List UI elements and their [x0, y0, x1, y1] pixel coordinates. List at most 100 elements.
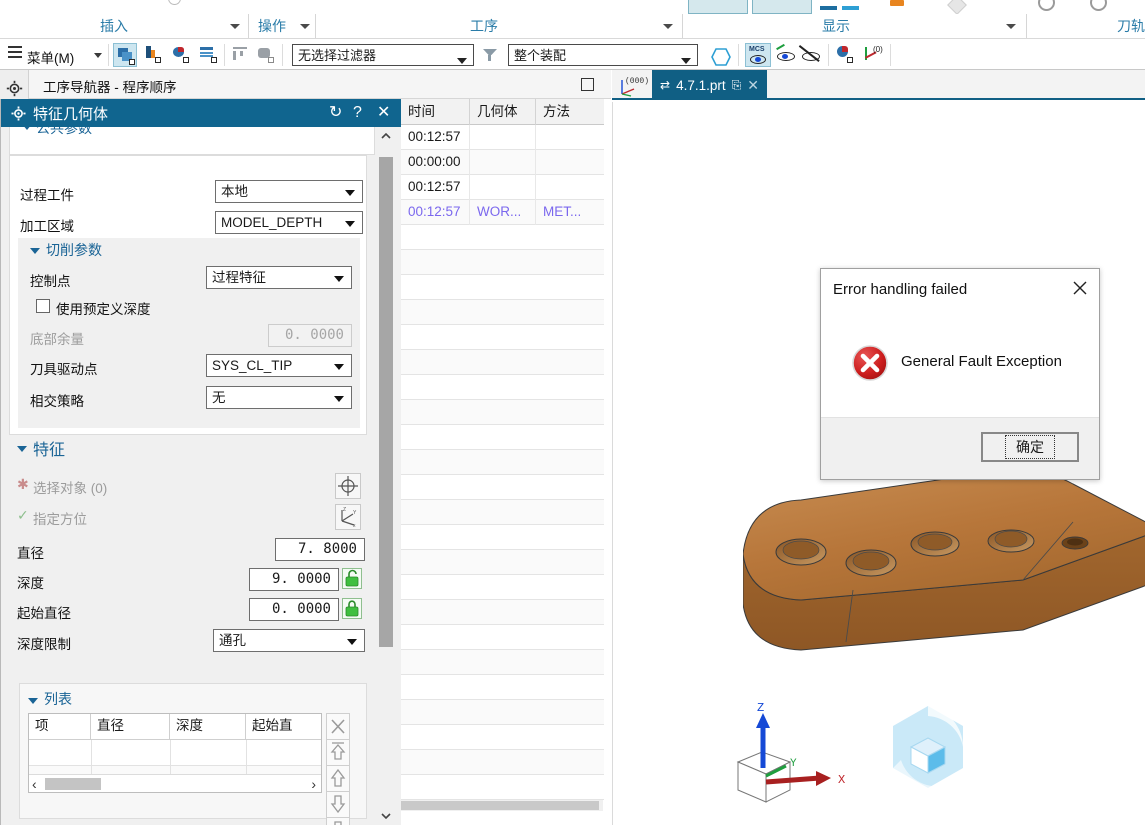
mcs-display-icon[interactable]: MCS [745, 43, 771, 67]
ribbon-group-process-arrow[interactable] [663, 24, 673, 29]
ribbon-circle-icon-3[interactable] [168, 0, 181, 5]
intersect-strategy-dropdown[interactable]: 无 [206, 386, 352, 409]
table-row[interactable] [401, 725, 604, 750]
create-geometry-icon[interactable] [113, 43, 137, 67]
chevron-down-icon[interactable] [345, 221, 355, 227]
move-object-icon[interactable] [834, 43, 858, 67]
ribbon-tick-icon-2[interactable] [842, 6, 859, 10]
table-row[interactable] [401, 275, 604, 300]
create-tool-icon[interactable] [169, 43, 193, 67]
wcs-origin-icon[interactable]: (0) [862, 43, 886, 67]
column-header-method[interactable]: 方法 [536, 99, 604, 125]
common-params-triangle-icon[interactable] [22, 127, 32, 130]
table-row[interactable]: 00:00:00 [401, 150, 604, 175]
reset-icon[interactable]: ↻ [329, 103, 342, 123]
close-icon[interactable]: ✕ [377, 103, 390, 123]
machining-area-dropdown[interactable]: MODEL_DEPTH [215, 211, 363, 234]
scrollbar-thumb[interactable] [45, 778, 101, 790]
table-row[interactable] [401, 450, 604, 475]
table-row[interactable] [401, 775, 604, 800]
ribbon-circle-icon-2[interactable] [1090, 0, 1107, 11]
table-row[interactable] [401, 300, 604, 325]
coordinate-display-icon[interactable]: (000) [618, 74, 649, 98]
ribbon-group-process[interactable]: 工序 [470, 16, 498, 36]
table-row[interactable] [401, 500, 604, 525]
move-bottom-icon[interactable] [326, 817, 350, 825]
ribbon-tick-icon-1[interactable] [820, 6, 837, 10]
table-row[interactable]: 00:12:57 WOR... MET... [401, 200, 604, 225]
cad-model[interactable] [742, 462, 1145, 712]
table-row[interactable] [401, 525, 604, 550]
create-operation-icon[interactable] [141, 43, 165, 67]
scrollbar-thumb[interactable] [401, 801, 599, 810]
column-header-geometry[interactable]: 几何体 [470, 99, 536, 125]
ribbon-group-operation[interactable]: 操作 [258, 16, 286, 36]
table-row[interactable] [401, 550, 604, 575]
menu-button[interactable]: 菜单(M) [27, 47, 74, 67]
close-icon[interactable]: ✕ [747, 77, 759, 94]
depth-field[interactable]: 9. 0000 [249, 568, 339, 591]
delete-icon[interactable] [326, 713, 350, 740]
verify-toolpath-icon[interactable] [254, 43, 278, 67]
cutting-params-triangle-icon[interactable] [30, 248, 40, 254]
process-workpiece-dropdown[interactable]: 本地 [215, 180, 363, 203]
scope-filter-chevron-down-icon[interactable] [681, 58, 691, 64]
chevron-left-icon[interactable]: ‹ [32, 775, 37, 792]
ribbon-tile-1[interactable] [688, 0, 748, 14]
list-column-diameter[interactable]: 直径 [91, 714, 170, 739]
chevron-down-icon[interactable] [347, 639, 357, 645]
selection-filter-chevron-down-icon[interactable] [457, 58, 467, 64]
use-predefined-depth-checkbox[interactable] [36, 299, 50, 313]
hexagon-icon[interactable] [711, 48, 731, 66]
table-row[interactable] [401, 600, 604, 625]
chevron-right-icon[interactable]: › [311, 775, 316, 792]
list-column-item[interactable]: 项 [29, 714, 91, 739]
move-up-icon[interactable] [326, 765, 350, 792]
select-object-icon[interactable] [335, 473, 361, 499]
menu-chevron-down-icon[interactable] [94, 53, 102, 58]
table-row[interactable] [401, 475, 604, 500]
selection-filter-dropdown[interactable]: 无选择过滤器 [292, 44, 474, 66]
chevron-down-icon[interactable] [345, 190, 355, 196]
chevron-down-icon[interactable] [334, 396, 344, 402]
ribbon-diamond-icon[interactable] [947, 0, 967, 14]
gear-icon[interactable] [6, 80, 23, 97]
maximize-icon[interactable] [581, 78, 594, 91]
ribbon-orange-icon[interactable] [890, 0, 904, 6]
hamburger-icon[interactable] [8, 46, 22, 58]
dialog-title-bar[interactable]: 特征几何体 ↻ ? ✕ [1, 99, 401, 127]
ribbon-group-display-arrow[interactable] [1006, 24, 1016, 29]
show-wcs-icon[interactable] [775, 43, 799, 67]
chevron-down-icon[interactable] [334, 364, 344, 370]
hide-wcs-icon[interactable] [799, 43, 824, 67]
list-column-start-diameter[interactable]: 起始直 [246, 714, 321, 739]
close-icon[interactable] [1069, 277, 1091, 299]
table-row[interactable] [401, 425, 604, 450]
table-row[interactable] [401, 675, 604, 700]
table-row[interactable] [401, 325, 604, 350]
csys-icon[interactable]: Z Y x [335, 504, 361, 530]
ok-button[interactable]: 确定 [981, 432, 1079, 462]
table-row[interactable] [401, 750, 604, 775]
move-top-icon[interactable] [326, 739, 350, 766]
unlocked-icon[interactable] [342, 568, 362, 589]
table-row[interactable] [401, 700, 604, 725]
ribbon-group-insert-arrow[interactable] [230, 24, 240, 29]
move-down-icon[interactable] [326, 791, 350, 818]
locked-icon[interactable] [342, 598, 362, 619]
document-tab-4-7-1-prt[interactable]: ⇄ 4.7.1.prt ⎘ ✕ [652, 70, 767, 100]
generate-toolpath-icon[interactable] [229, 43, 253, 67]
help-icon[interactable]: ? [353, 103, 362, 123]
list-table[interactable]: 项 直径 深度 起始直 ‹ › [28, 713, 322, 793]
depth-limit-dropdown[interactable]: 通孔 [213, 629, 365, 652]
tool-drive-point-dropdown[interactable]: SYS_CL_TIP [206, 354, 352, 377]
viewcube-logo-icon[interactable] [883, 702, 973, 792]
table-row[interactable] [401, 400, 604, 425]
table-row[interactable] [401, 575, 604, 600]
ribbon-group-toolpath[interactable]: 刀轨 [1117, 16, 1145, 36]
table-row[interactable] [401, 350, 604, 375]
control-point-dropdown[interactable]: 过程特征 [206, 266, 352, 289]
feature-triangle-icon[interactable] [17, 446, 27, 452]
ribbon-tile-2[interactable] [752, 0, 812, 14]
scope-filter-dropdown[interactable]: 整个装配 [508, 44, 698, 66]
